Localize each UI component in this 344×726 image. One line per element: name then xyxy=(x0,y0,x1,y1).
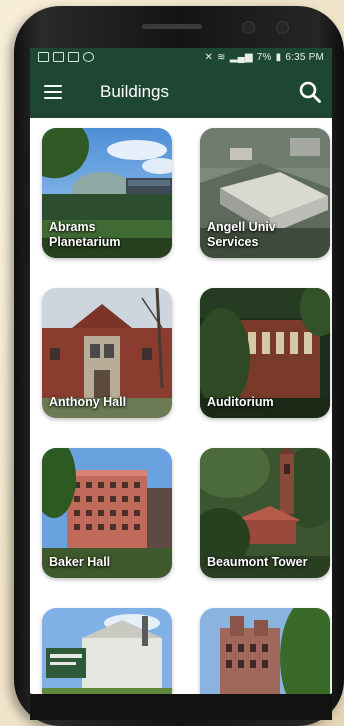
building-name: Beaumont Tower xyxy=(207,555,308,569)
file-icon xyxy=(53,52,64,62)
sensor-icon xyxy=(276,21,289,34)
battery-icon: ▮ xyxy=(275,51,282,63)
image-icon xyxy=(68,52,79,62)
gallery-icon xyxy=(38,52,49,62)
system-status: ✕ ≋ ▂▄▆ 7% ▮ 6:35 PM xyxy=(205,52,324,63)
app-bar: Buildings xyxy=(30,66,332,118)
earpiece-speaker xyxy=(142,24,202,29)
building-card-abrams-planetarium[interactable]: Abrams Planetarium xyxy=(42,128,172,258)
battery-percent: 7% xyxy=(256,51,272,63)
mute-icon: ✕ xyxy=(204,51,214,63)
building-name: Abrams Planetarium xyxy=(49,220,121,249)
building-card-auditorium[interactable]: Auditorium xyxy=(200,288,330,418)
building-card-beaumont-tower[interactable]: Beaumont Tower xyxy=(200,448,330,578)
building-name: Angell Univ Services xyxy=(207,220,276,249)
building-name: Auditorium xyxy=(207,395,274,409)
notification-icons xyxy=(38,52,94,62)
side-button xyxy=(25,206,29,266)
front-camera-icon xyxy=(242,21,255,34)
page-title: Buildings xyxy=(100,82,169,101)
building-name: Baker Hall xyxy=(49,555,111,569)
building-card-partial-left[interactable] xyxy=(42,608,172,694)
wifi-icon: ≋ xyxy=(217,51,226,63)
status-bar: ✕ ≋ ▂▄▆ 7% ▮ 6:35 PM xyxy=(30,48,332,66)
building-photo xyxy=(200,608,330,694)
buildings-grid: Abrams Planetarium Angell Univ Services xyxy=(30,118,332,694)
building-card-baker-hall[interactable]: Baker Hall xyxy=(42,448,172,578)
volume-button xyxy=(25,146,29,186)
search-icon[interactable] xyxy=(298,80,322,104)
signal-icon: ▂▄▆ xyxy=(229,51,253,63)
building-card-anthony-hall[interactable]: Anthony Hall xyxy=(42,288,172,418)
phone-chin xyxy=(30,694,332,720)
app-screen: ✕ ≋ ▂▄▆ 7% ▮ 6:35 PM Buildings Abrams Pl… xyxy=(30,48,332,694)
building-card-partial-right[interactable] xyxy=(200,608,330,694)
instagram-icon xyxy=(83,52,94,62)
hamburger-menu-icon[interactable] xyxy=(44,85,62,99)
building-photo xyxy=(42,608,172,694)
building-card-angell-univ-services[interactable]: Angell Univ Services xyxy=(200,128,330,258)
clock: 6:35 PM xyxy=(285,51,324,63)
building-name: Anthony Hall xyxy=(49,395,127,409)
